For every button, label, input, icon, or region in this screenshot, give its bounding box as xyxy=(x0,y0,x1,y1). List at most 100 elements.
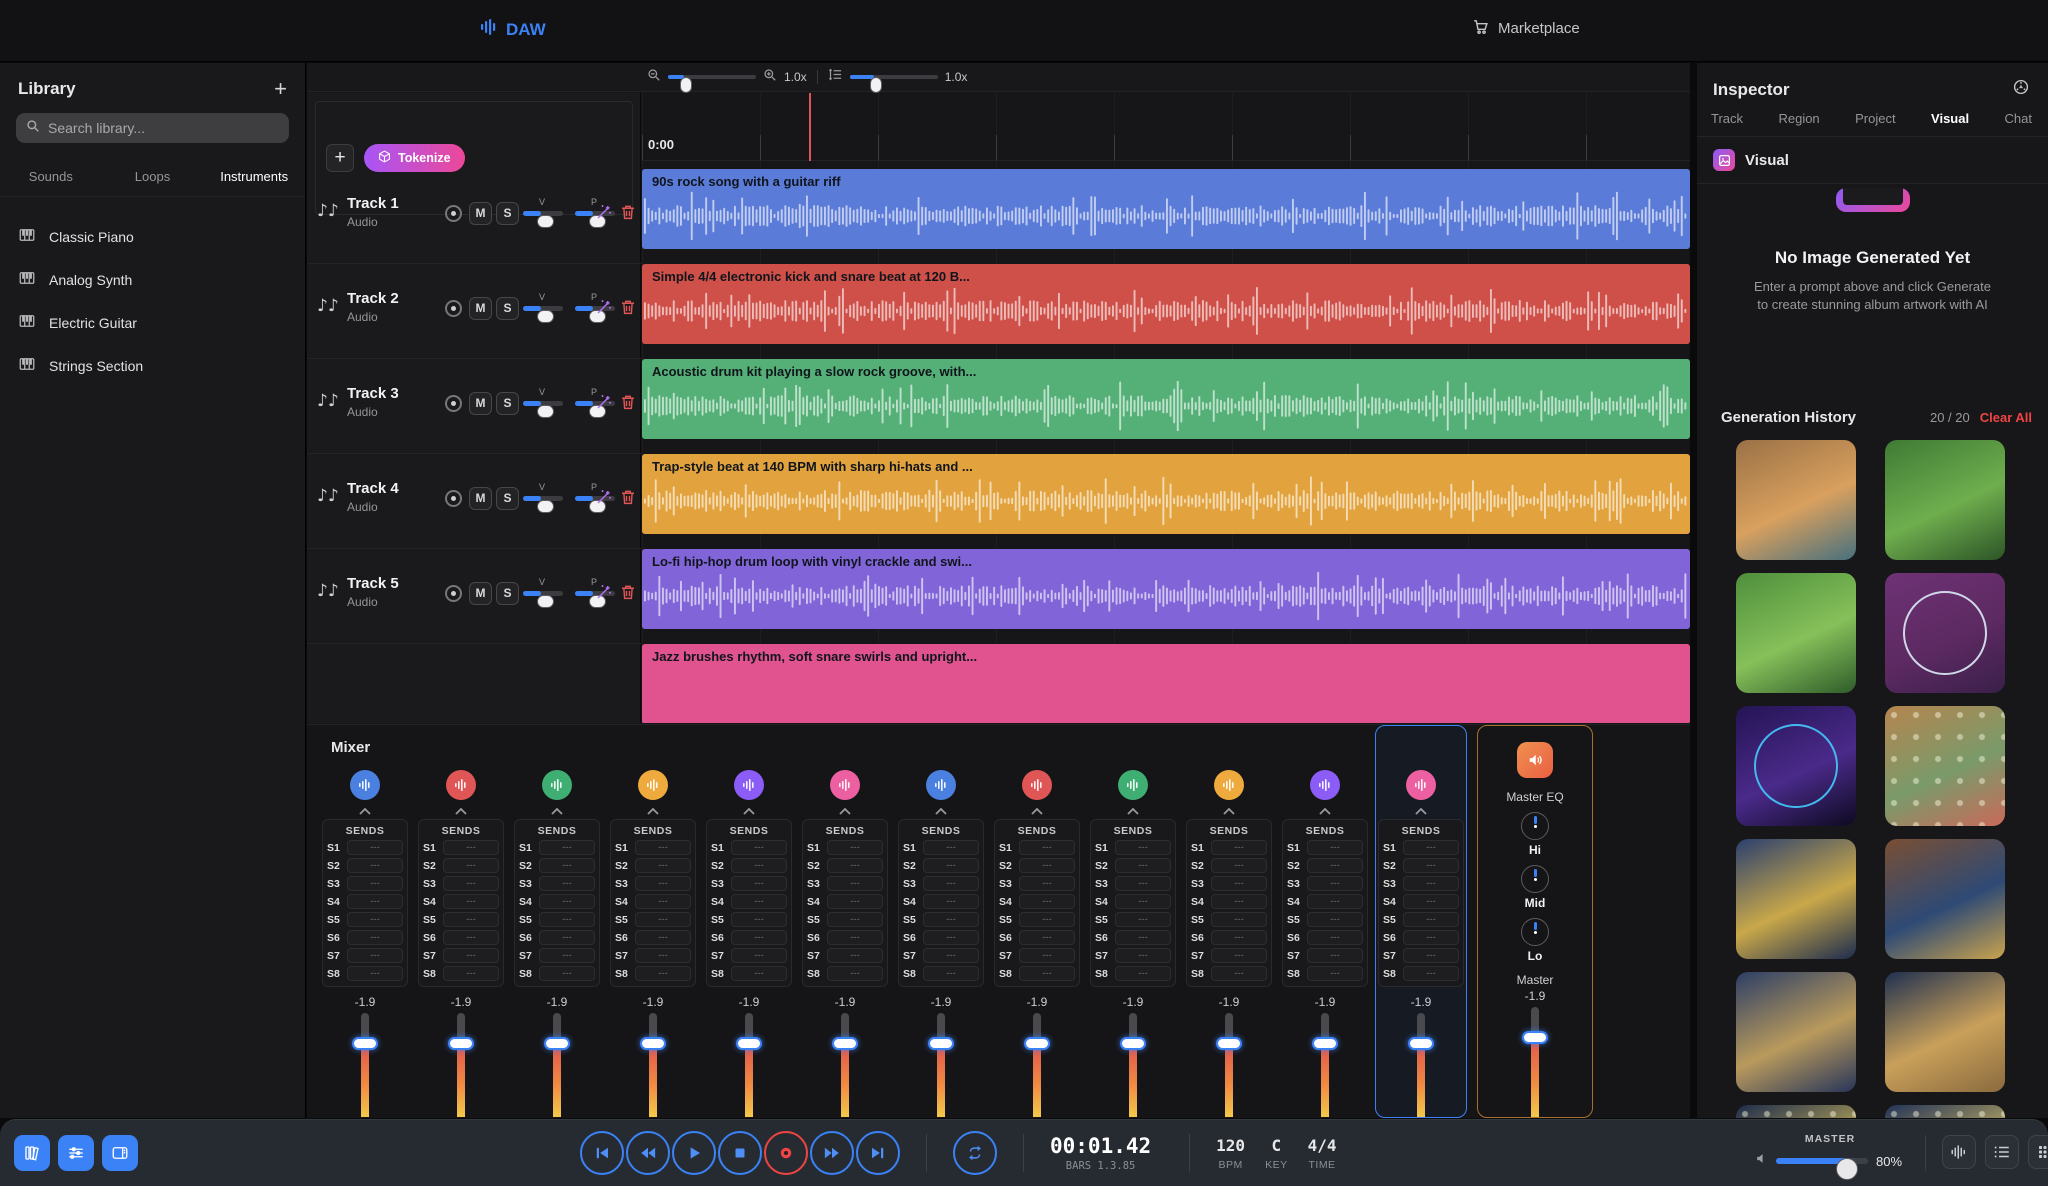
solo-button[interactable]: S xyxy=(496,202,519,225)
send-value[interactable]: --- xyxy=(1115,894,1171,909)
send-value[interactable]: --- xyxy=(1211,966,1267,981)
send-value[interactable]: --- xyxy=(443,912,499,927)
chevron-up-icon[interactable] xyxy=(454,803,468,815)
track-header-3[interactable]: ♪♪Track 3AudioMSVP xyxy=(307,359,641,454)
send-value[interactable]: --- xyxy=(347,840,403,855)
inspector-tab-track[interactable]: Track xyxy=(1711,111,1743,126)
library-item-electric-guitar[interactable]: Electric Guitar xyxy=(0,301,305,344)
library-item-analog-synth[interactable]: Analog Synth xyxy=(0,258,305,301)
send-value[interactable]: --- xyxy=(1115,912,1171,927)
send-value[interactable]: --- xyxy=(347,858,403,873)
record-arm-button[interactable] xyxy=(445,490,462,507)
send-value[interactable]: --- xyxy=(1307,930,1363,945)
send-value[interactable]: --- xyxy=(1115,948,1171,963)
delete-track-icon[interactable] xyxy=(619,488,637,506)
ai-wand-icon[interactable] xyxy=(595,393,613,411)
send-value[interactable]: --- xyxy=(1307,858,1363,873)
clear-all-button[interactable]: Clear All xyxy=(1980,410,2032,425)
delete-track-icon[interactable] xyxy=(619,583,637,601)
send-value[interactable]: --- xyxy=(1019,912,1075,927)
skip-back-button[interactable] xyxy=(580,1131,624,1175)
send-value[interactable]: --- xyxy=(1307,894,1363,909)
send-value[interactable]: --- xyxy=(731,876,787,891)
mute-button[interactable]: M xyxy=(469,392,492,415)
mute-button[interactable]: M xyxy=(469,487,492,510)
send-value[interactable]: --- xyxy=(731,840,787,855)
library-item-classic-piano[interactable]: Classic Piano xyxy=(0,215,305,258)
audio-clip-1[interactable]: 90s rock song with a guitar riff xyxy=(642,169,1690,249)
send-value[interactable]: --- xyxy=(1115,930,1171,945)
library-tab-instruments[interactable]: Instruments xyxy=(203,161,305,196)
send-value[interactable]: --- xyxy=(827,912,883,927)
channel-fader[interactable] xyxy=(841,1013,849,1117)
record-arm-button[interactable] xyxy=(445,395,462,412)
send-value[interactable]: --- xyxy=(635,930,691,945)
marketplace-button[interactable]: Marketplace xyxy=(1472,18,1580,39)
master-speaker-icon[interactable] xyxy=(1517,742,1553,778)
send-value[interactable]: --- xyxy=(443,840,499,855)
timeline-ruler[interactable]: 0:00 xyxy=(642,93,1690,161)
fast-forward-button[interactable] xyxy=(810,1131,854,1175)
audio-clip-2[interactable]: Simple 4/4 electronic kick and snare bea… xyxy=(642,264,1690,344)
send-value[interactable]: --- xyxy=(1403,894,1459,909)
send-value[interactable]: --- xyxy=(731,894,787,909)
send-value[interactable]: --- xyxy=(1403,858,1459,873)
solo-button[interactable]: S xyxy=(496,392,519,415)
solo-button[interactable]: S xyxy=(496,582,519,605)
ai-wand-icon[interactable] xyxy=(595,488,613,506)
mixer-channel-1[interactable]: SENDSS1---S2---S3---S4---S5---S6---S7---… xyxy=(319,725,411,1118)
library-toggle-button[interactable] xyxy=(14,1135,50,1171)
send-value[interactable]: --- xyxy=(827,894,883,909)
track-header-4[interactable]: ♪♪Track 4AudioMSVP xyxy=(307,454,641,549)
chevron-up-icon[interactable] xyxy=(646,803,660,815)
send-value[interactable]: --- xyxy=(347,966,403,981)
send-value[interactable]: --- xyxy=(1115,966,1171,981)
channel-icon[interactable] xyxy=(638,770,668,800)
send-value[interactable]: --- xyxy=(1211,948,1267,963)
channel-fader[interactable] xyxy=(1129,1013,1137,1117)
library-search[interactable] xyxy=(16,113,289,143)
send-value[interactable]: --- xyxy=(1019,876,1075,891)
playhead[interactable] xyxy=(809,93,811,161)
audio-clip-4[interactable]: Trap-style beat at 140 BPM with sharp hi… xyxy=(642,454,1690,534)
send-value[interactable]: --- xyxy=(923,876,979,891)
eq-knob-lo[interactable] xyxy=(1521,918,1549,946)
chevron-up-icon[interactable] xyxy=(1318,803,1332,815)
send-value[interactable]: --- xyxy=(347,912,403,927)
skip-forward-button[interactable] xyxy=(856,1131,900,1175)
mixer-channel-7[interactable]: SENDSS1---S2---S3---S4---S5---S6---S7---… xyxy=(895,725,987,1118)
send-value[interactable]: --- xyxy=(1403,912,1459,927)
eq-knob-mid[interactable] xyxy=(1521,865,1549,893)
send-value[interactable]: --- xyxy=(1019,966,1075,981)
send-value[interactable]: --- xyxy=(635,876,691,891)
channel-fader[interactable] xyxy=(1033,1013,1041,1117)
send-value[interactable]: --- xyxy=(923,912,979,927)
library-add-button[interactable]: + xyxy=(274,80,287,98)
send-value[interactable]: --- xyxy=(1307,876,1363,891)
send-value[interactable]: --- xyxy=(827,930,883,945)
send-value[interactable]: --- xyxy=(1019,858,1075,873)
send-value[interactable]: --- xyxy=(539,840,595,855)
send-value[interactable]: --- xyxy=(539,876,595,891)
send-value[interactable]: --- xyxy=(443,894,499,909)
chevron-up-icon[interactable] xyxy=(1414,803,1428,815)
ai-wand-icon[interactable] xyxy=(595,203,613,221)
track-height-icon[interactable] xyxy=(828,67,843,87)
channel-icon[interactable] xyxy=(1214,770,1244,800)
send-value[interactable]: --- xyxy=(731,930,787,945)
inspector-tab-region[interactable]: Region xyxy=(1778,111,1819,126)
mixer-channel-12[interactable]: SENDSS1---S2---S3---S4---S5---S6---S7---… xyxy=(1375,725,1467,1118)
history-thumb-venice-canal-starry[interactable] xyxy=(1736,839,1856,959)
send-value[interactable]: --- xyxy=(827,966,883,981)
history-thumb-gorilla-mother-baby-jungle[interactable] xyxy=(1736,573,1856,693)
send-value[interactable]: --- xyxy=(1307,912,1363,927)
inspector-tab-project[interactable]: Project xyxy=(1855,111,1895,126)
track-header-5[interactable]: ♪♪Track 5AudioMSVP xyxy=(307,549,641,644)
send-value[interactable]: --- xyxy=(923,966,979,981)
history-thumb-starry-pattern-2[interactable] xyxy=(1885,1105,2005,1118)
history-thumb-purple-waveform-album[interactable] xyxy=(1885,573,2005,693)
send-value[interactable]: --- xyxy=(923,894,979,909)
send-value[interactable]: --- xyxy=(635,840,691,855)
chevron-up-icon[interactable] xyxy=(934,803,948,815)
track-volume-slider[interactable] xyxy=(523,401,563,406)
